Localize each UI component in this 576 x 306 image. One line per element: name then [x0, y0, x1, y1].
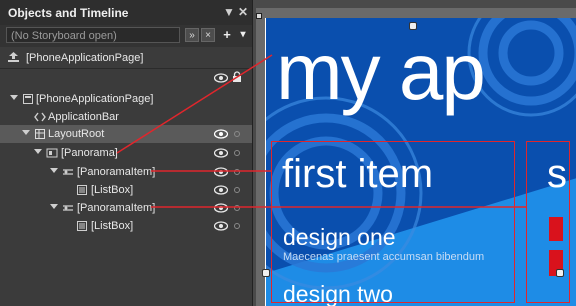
panorama-title: my ap	[276, 27, 486, 116]
panorama-icon	[46, 148, 58, 158]
tree-item-listbox[interactable]: [ListBox]	[0, 217, 252, 235]
collapse-storyboard-icon[interactable]: »	[185, 28, 199, 42]
page-icon	[23, 94, 33, 104]
tree-item-label: [PanoramaItem]	[77, 202, 156, 214]
pin-icon[interactable]: ▼	[222, 5, 236, 19]
tree-item-label: ApplicationBar	[48, 111, 119, 123]
expand-triangle-icon[interactable]	[10, 95, 18, 100]
listbox-icon	[77, 185, 87, 195]
lock-toggle-dot[interactable]	[234, 169, 240, 175]
close-storyboard-icon[interactable]: ×	[201, 28, 215, 42]
visibility-eye-icon[interactable]	[214, 129, 228, 139]
panorama-item-selection-box[interactable]	[526, 141, 570, 303]
visibility-eye-icon[interactable]	[214, 185, 228, 195]
expand-triangle-icon[interactable]	[50, 168, 58, 173]
tree-item-phone-application-page[interactable]: [PhoneApplicationPage]	[0, 90, 252, 108]
expand-triangle-icon[interactable]	[50, 204, 58, 209]
property-element-icon	[34, 112, 46, 122]
grid-marker-icon[interactable]	[256, 13, 262, 19]
close-icon[interactable]: ✕	[236, 5, 250, 19]
scope-page-label: [PhoneApplicationPage]	[26, 52, 144, 64]
resize-handle[interactable]	[556, 269, 564, 277]
visibility-eye-icon[interactable]	[214, 221, 228, 231]
panel-header: Objects and Timeline ▼ ✕	[0, 0, 252, 25]
visibility-eye-icon[interactable]	[214, 73, 228, 83]
content-control-icon	[63, 169, 73, 175]
add-storyboard-button[interactable]: +	[220, 28, 234, 42]
lock-toggle-dot[interactable]	[234, 131, 240, 137]
visibility-eye-icon[interactable]	[214, 203, 228, 213]
objects-and-timeline-panel: Objects and Timeline ▼ ✕ (No Storyboard …	[0, 0, 253, 306]
tree-item-panoramaitem[interactable]: [PanoramaItem]	[0, 163, 252, 181]
tree-item-label: [PhoneApplicationPage]	[36, 93, 154, 105]
tree-item-label: [ListBox]	[91, 220, 134, 232]
lock-toggle-dot[interactable]	[234, 187, 240, 193]
lock-icon[interactable]	[232, 71, 242, 83]
divider	[0, 68, 252, 69]
content-control-icon	[63, 205, 73, 211]
resize-handle[interactable]	[409, 22, 417, 30]
tree-item-panorama[interactable]: [Panorama]	[0, 144, 252, 162]
visibility-eye-icon[interactable]	[214, 148, 228, 158]
tree-item-listbox[interactable]: [ListBox]	[0, 181, 252, 199]
expand-triangle-icon[interactable]	[22, 130, 30, 135]
listbox-icon	[77, 221, 87, 231]
storyboard-menu-icon[interactable]: ▾	[236, 28, 250, 42]
storyboard-picker[interactable]: (No Storyboard open)	[6, 27, 180, 43]
panel-title: Objects and Timeline	[8, 6, 129, 20]
scope-page-row[interactable]: [PhoneApplicationPage]	[0, 48, 252, 68]
panorama-item-selection-box[interactable]	[271, 141, 515, 303]
tree-item-label: [PanoramaItem]	[77, 166, 156, 178]
lock-toggle-dot[interactable]	[234, 205, 240, 211]
tree-item-label: [Panorama]	[61, 147, 118, 159]
visibility-eye-icon[interactable]	[214, 167, 228, 177]
scope-up-icon[interactable]	[8, 52, 19, 62]
grid-icon	[35, 129, 45, 139]
resize-handle[interactable]	[262, 269, 270, 277]
lock-toggle-dot[interactable]	[234, 223, 240, 229]
tree-item-label: [ListBox]	[91, 184, 134, 196]
lock-toggle-dot[interactable]	[234, 150, 240, 156]
tree-item-applicationbar[interactable]: ApplicationBar	[0, 108, 252, 126]
storyboard-row: (No Storyboard open) » × + ▾	[0, 25, 252, 47]
expand-triangle-icon[interactable]	[34, 149, 42, 154]
tree-item-layoutroot[interactable]: LayoutRoot	[0, 125, 252, 143]
tree-item-label: LayoutRoot	[48, 128, 105, 140]
tree-item-panoramaitem[interactable]: [PanoramaItem]	[0, 199, 252, 217]
